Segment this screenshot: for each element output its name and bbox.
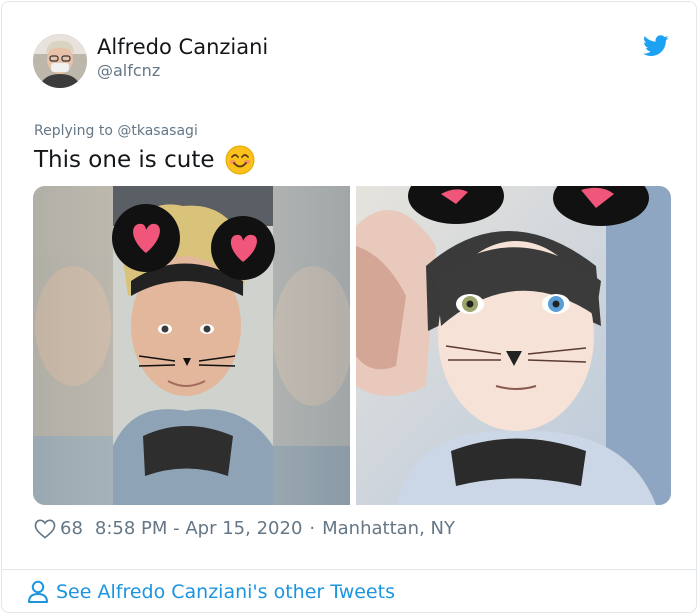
meta-separator: · xyxy=(309,518,316,539)
heart-icon[interactable] xyxy=(34,519,56,539)
author-handle[interactable]: @alfcnz xyxy=(97,61,160,80)
smiling-face-emoji-icon xyxy=(225,145,254,175)
photo-real-selfie-icon xyxy=(33,186,350,505)
photo-real-selfie[interactable] xyxy=(33,186,350,505)
media-grid xyxy=(33,186,671,505)
tweet-text: This one is cute xyxy=(34,147,215,173)
photo-anime-style-icon xyxy=(356,186,671,505)
photo-anime-style[interactable] xyxy=(356,186,671,505)
avatar-photo-icon xyxy=(33,34,87,88)
avatar[interactable] xyxy=(33,34,87,88)
tweet-text-row: This one is cute xyxy=(34,145,255,175)
person-icon xyxy=(28,580,48,603)
tweet-location[interactable]: Manhattan, NY xyxy=(322,518,455,539)
author-name[interactable]: Alfredo Canziani xyxy=(97,35,268,59)
see-other-tweets-label[interactable]: See Alfredo Canziani's other Tweets xyxy=(56,581,395,603)
footer-divider xyxy=(2,569,696,570)
like-count[interactable]: 68 xyxy=(60,518,83,539)
see-other-tweets-link[interactable]: See Alfredo Canziani's other Tweets xyxy=(27,580,395,604)
tweet-timestamp[interactable]: 8:58 PM - Apr 15, 2020 xyxy=(95,518,302,539)
tweet-meta: 68 8:58 PM - Apr 15, 2020 · Manhattan, N… xyxy=(34,518,455,539)
twitter-bird-icon[interactable] xyxy=(643,35,669,57)
replying-to[interactable]: Replying to @tkasasagi xyxy=(34,123,198,139)
tweet-card: Alfredo Canziani @alfcnz Replying to @tk… xyxy=(1,1,697,613)
